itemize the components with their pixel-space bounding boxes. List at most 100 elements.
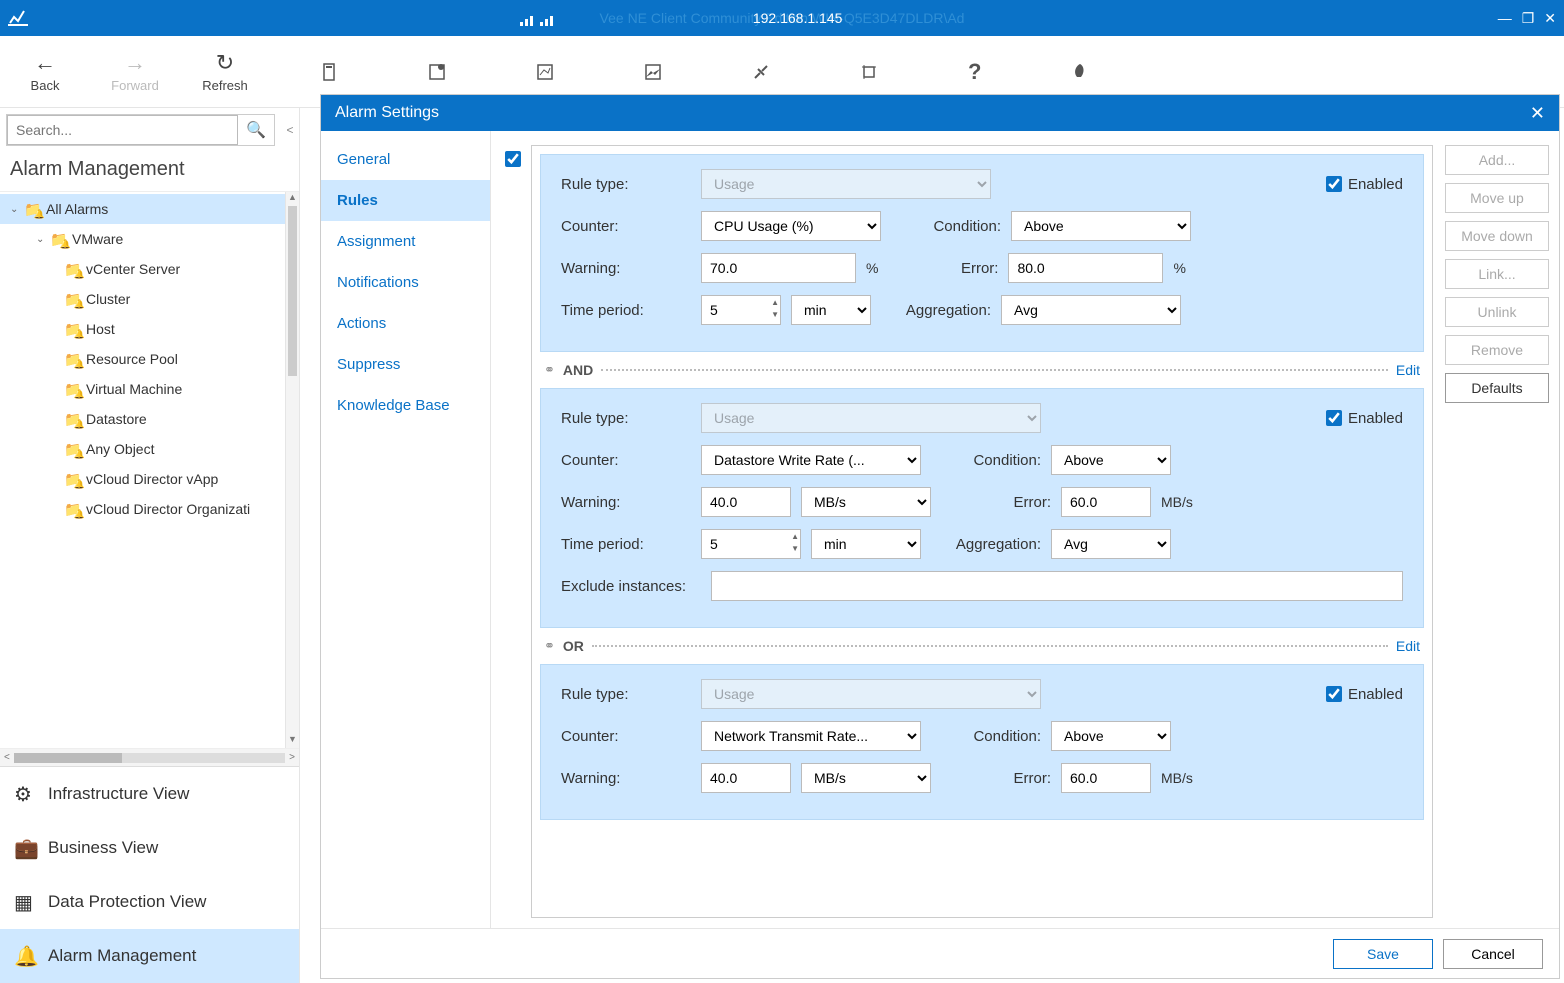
warning-unit-select[interactable]: MB/s [801,763,931,793]
move-up-button[interactable]: Move up [1445,183,1549,213]
dialog-nav: General Rules Assignment Notifications A… [321,131,491,928]
view-data-protection[interactable]: ▦Data Protection View [0,875,299,929]
nav-suppress[interactable]: Suppress [321,344,490,385]
warning-unit-select[interactable]: MB/s [801,487,931,517]
add-button[interactable]: Add... [1445,145,1549,175]
enabled-checkbox[interactable] [1326,686,1342,702]
condition-select[interactable]: Above [1051,721,1171,751]
server-icon[interactable] [320,61,338,82]
counter-select[interactable]: CPU Usage (%) [701,211,881,241]
enabled-label: Enabled [1348,686,1403,703]
folder-icon: 📁 [50,231,68,248]
rule-type-select: Usage [701,403,1041,433]
image-icon[interactable] [644,61,662,82]
tree-label: Any Object [86,441,154,457]
warning-input[interactable] [701,487,791,517]
rule-group-checkbox[interactable] [505,151,521,167]
rule-type-label: Rule type: [561,686,691,703]
save-button[interactable]: Save [1333,939,1433,969]
search-input[interactable] [7,115,238,145]
forward-button[interactable]: → Forward [90,50,180,93]
chart-icon[interactable] [536,61,554,82]
chain-icon: ⚭ [544,362,555,378]
nav-general[interactable]: General [321,139,490,180]
bell-icon: 🔔 [14,944,48,969]
tree-node[interactable]: 📁vCloud Director Organizati [0,494,299,524]
tree-node[interactable]: 📁Host [0,314,299,344]
minimize-icon[interactable]: — [1498,10,1512,26]
report-icon[interactable] [428,61,446,82]
view-infrastructure[interactable]: ⚙Infrastructure View [0,767,299,821]
unit-label: % [866,260,878,276]
move-down-button[interactable]: Move down [1445,221,1549,251]
app-logo-icon [8,9,28,27]
view-business[interactable]: 💼Business View [0,821,299,875]
rules-scroll-area[interactable]: Rule type: Usage Enabled Counter: CPU Us… [531,145,1433,918]
error-input[interactable] [1061,763,1151,793]
rocket-icon[interactable] [1071,61,1089,82]
nav-assignment[interactable]: Assignment [321,221,490,262]
nav-knowledge-base[interactable]: Knowledge Base [321,385,490,426]
ip-address: 192.168.1.145 [753,10,843,26]
edit-connector-link[interactable]: Edit [1396,362,1420,378]
view-alarm-management[interactable]: 🔔Alarm Management [0,929,299,983]
refresh-button[interactable]: ↻ Refresh [180,50,270,93]
defaults-button[interactable]: Defaults [1445,373,1549,403]
unit-label: MB/s [1161,770,1193,786]
tree-node[interactable]: 📁Cluster [0,284,299,314]
aggregation-select[interactable]: Avg [1001,295,1181,325]
crop-icon[interactable] [860,61,878,82]
folder-alarm-icon: 📁 [24,201,42,218]
search-icon[interactable]: 🔍 [238,120,274,140]
remove-button[interactable]: Remove [1445,335,1549,365]
condition-select[interactable]: Above [1011,211,1191,241]
tree-node[interactable]: 📁Virtual Machine [0,374,299,404]
tree-hscrollbar[interactable]: <> [0,748,299,766]
tree-node-vmware[interactable]: ⌄ 📁 VMware [0,224,299,254]
warning-input[interactable] [701,763,791,793]
period-input[interactable] [701,295,781,325]
back-button[interactable]: ← Back [0,50,90,93]
tree-label: VMware [72,231,123,247]
tree-node[interactable]: 📁vCenter Server [0,254,299,284]
tree-root-all-alarms[interactable]: ⌄ 📁 All Alarms [0,194,299,224]
exclude-input[interactable] [711,571,1403,601]
tree-vscrollbar[interactable]: ▲ ▼ [285,192,299,748]
cancel-button[interactable]: Cancel [1443,939,1543,969]
tree-node[interactable]: 📁Any Object [0,434,299,464]
enabled-checkbox[interactable] [1326,176,1342,192]
nav-actions[interactable]: Actions [321,303,490,344]
spinner-arrows-icon[interactable]: ▲▼ [771,297,779,321]
tree-node[interactable]: 📁Datastore [0,404,299,434]
qr-icon: ▦ [14,890,48,915]
condition-select[interactable]: Above [1051,445,1171,475]
collapse-sidebar-icon[interactable]: < [281,123,299,137]
edit-connector-link[interactable]: Edit [1396,638,1420,654]
warning-label: Warning: [561,770,691,787]
close-window-icon[interactable]: ✕ [1544,10,1556,27]
aggregation-select[interactable]: Avg [1051,529,1171,559]
help-icon[interactable]: ? [968,59,981,85]
maximize-icon[interactable]: ❐ [1522,10,1535,27]
error-input[interactable] [1061,487,1151,517]
counter-select[interactable]: Datastore Write Rate (... [701,445,921,475]
close-dialog-icon[interactable]: ✕ [1530,103,1545,124]
enabled-checkbox[interactable] [1326,410,1342,426]
period-unit-select[interactable]: min [811,529,921,559]
tree-node[interactable]: 📁vCloud Director vApp [0,464,299,494]
counter-select[interactable]: Network Transmit Rate... [701,721,921,751]
period-input[interactable] [701,529,801,559]
unlink-button[interactable]: Unlink [1445,297,1549,327]
nav-rules[interactable]: Rules [321,180,490,221]
tree-node[interactable]: 📁Resource Pool [0,344,299,374]
link-button[interactable]: Link... [1445,259,1549,289]
back-label: Back [31,78,60,93]
error-input[interactable] [1008,253,1163,283]
folder-alarm-icon: 📁 [64,351,82,368]
nav-notifications[interactable]: Notifications [321,262,490,303]
error-label: Error: [888,260,998,277]
tools-icon[interactable] [752,61,770,82]
spinner-arrows-icon[interactable]: ▲▼ [791,531,799,555]
warning-input[interactable] [701,253,856,283]
period-unit-select[interactable]: min [791,295,871,325]
